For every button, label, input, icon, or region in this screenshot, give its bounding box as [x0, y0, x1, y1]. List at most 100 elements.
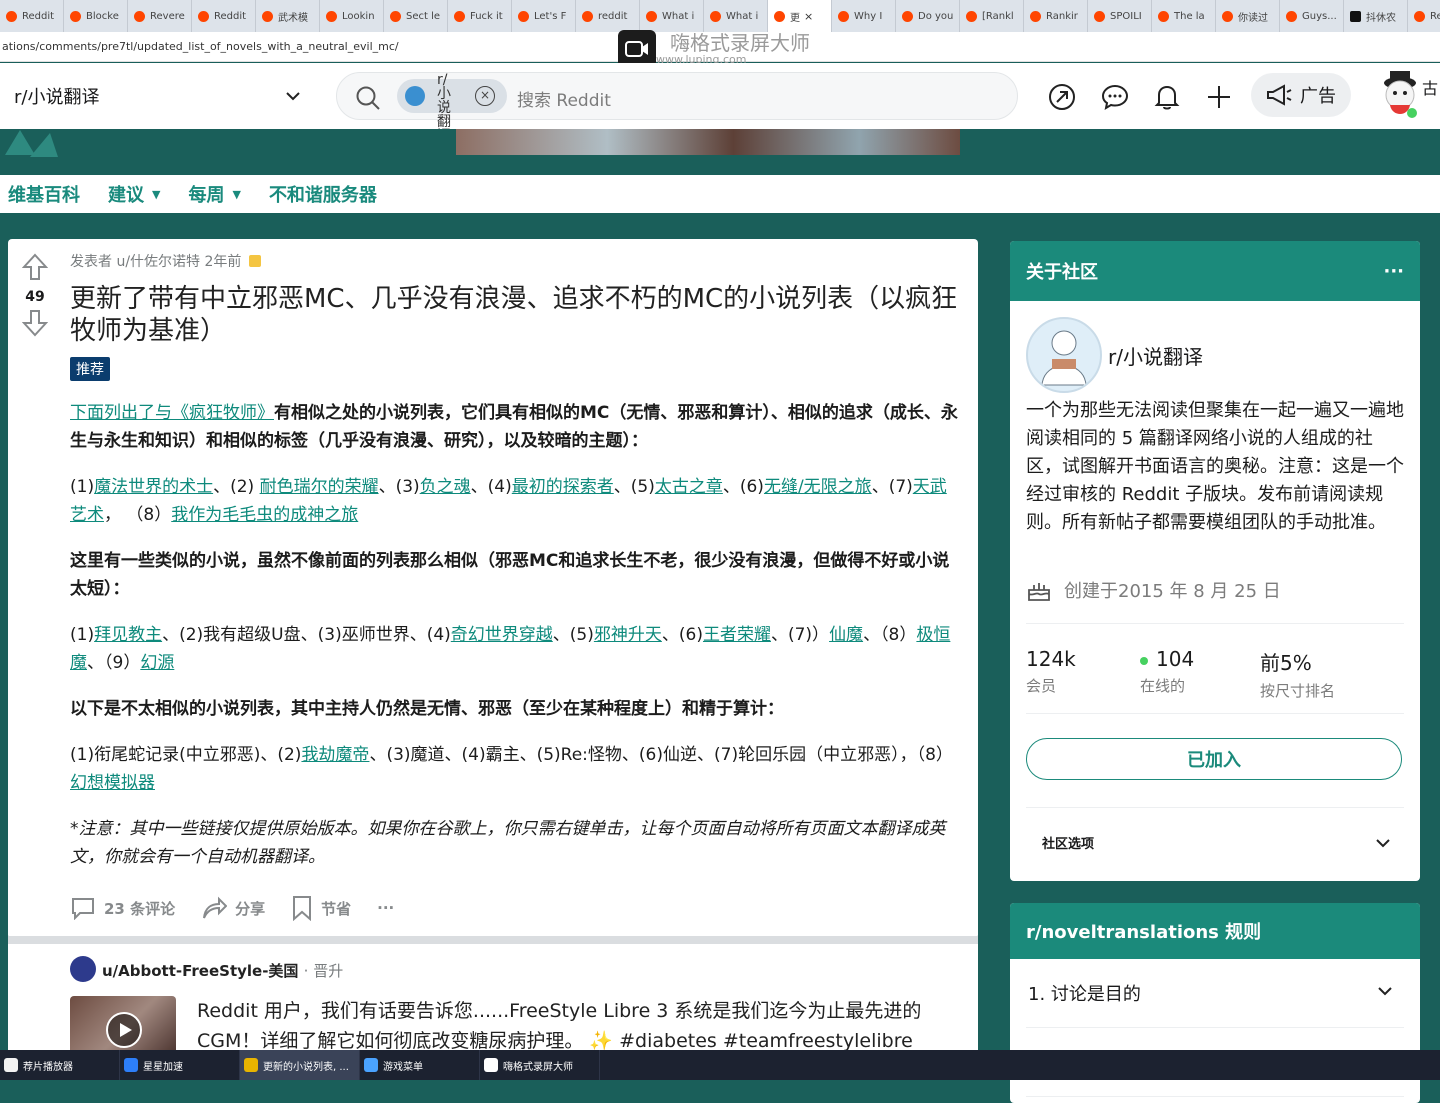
post-author-line[interactable]: 发表者 u/什佐尔诺特 2年前 [70, 251, 241, 271]
promoted-text[interactable]: Reddit 用户，我们有话要告诉您......FreeStyle Libre … [197, 996, 957, 1050]
browser-tab[interactable]: Reddit [0, 0, 64, 32]
search-bar[interactable]: r/小说翻译 × 搜索 Reddit [336, 72, 1018, 143]
novel-link[interactable]: 王者荣耀 [703, 625, 771, 645]
browser-tab[interactable]: Reddit [192, 0, 256, 32]
novel-link[interactable]: 拜见教主 [94, 625, 162, 645]
user-avatar[interactable] [1378, 69, 1428, 121]
reddit-icon [646, 10, 657, 22]
reddit-icon [1222, 10, 1233, 22]
browser-tab[interactable]: Let's F [512, 0, 576, 32]
promoted-post[interactable]: u/Abbott-FreeStyle-美国 · 晋升 Reddit 用户，我们有… [8, 944, 978, 1050]
novel-link[interactable]: 我作为毛毛虫的成神之旅 [171, 505, 358, 525]
post-title[interactable]: 更新了带有中立邪恶MC、几乎没有浪漫、追求不朽的MC的小说列表（以疯狂牧师为基准… [70, 283, 970, 347]
plus-icon[interactable] [1205, 83, 1233, 111]
browser-tab[interactable]: 更 × [768, 0, 832, 32]
browser-tab[interactable]: 抖休农 [1344, 0, 1408, 32]
browser-tab[interactable]: What i [704, 0, 768, 32]
novel-link[interactable]: 负之魂 [420, 477, 471, 497]
browser-tab[interactable]: Sect le [384, 0, 448, 32]
community-nav-item[interactable]: 维基百科 [8, 181, 80, 207]
more-options-button[interactable]: ··· [377, 899, 394, 917]
taskbar-item[interactable]: 荐片播放器 [0, 1050, 120, 1080]
advertise-button[interactable]: 广告 [1251, 73, 1351, 117]
caret-down-icon: ▼ [232, 187, 241, 201]
taskbar-item[interactable]: 星星加速 [120, 1050, 240, 1080]
novel-link[interactable]: 幻源 [140, 653, 174, 673]
novel-link[interactable]: 幻想模拟器 [70, 773, 155, 793]
community-icon [1026, 317, 1102, 393]
post-flair[interactable]: 推荐 [70, 357, 110, 381]
search-community-chip[interactable]: r/小说翻译 × [397, 73, 507, 143]
rule-item[interactable]: 1. 讨论是目的 [1026, 959, 1404, 1028]
browser-tab[interactable]: The la [1152, 0, 1216, 32]
taskbar-item[interactable]: 嗨格式录屏大师 [480, 1050, 600, 1080]
browser-tab[interactable]: 武术模 [256, 0, 320, 32]
popular-icon[interactable] [1048, 83, 1076, 111]
browser-tab[interactable]: Guys... [1280, 0, 1344, 32]
list-item-prefix: （9） [104, 653, 141, 673]
browser-tab-label: Do you [918, 10, 954, 22]
novel-link[interactable]: 魔法世界的术士 [94, 477, 213, 497]
reddit-icon [326, 10, 337, 22]
community-selector[interactable]: r/小说翻译 [0, 63, 316, 129]
browser-tab[interactable]: 你读过 [1216, 0, 1280, 32]
about-heading: 关于社区 [1026, 262, 1098, 283]
joined-button[interactable]: 已加入 [1026, 738, 1402, 780]
share-button[interactable]: 分享 [201, 896, 265, 920]
online-dot-icon [1140, 656, 1148, 665]
community-nav-item[interactable]: 不和谐服务器 [269, 181, 377, 207]
share-label: 分享 [235, 899, 266, 918]
os-taskbar: 荐片播放器 星星加速 更新的小说列表, ... 游戏菜单 嗨格式录屏大师 [0, 1050, 1440, 1080]
community-nav-item[interactable]: 每周 ▼ [188, 181, 240, 207]
community-name[interactable]: r/小说翻译 [1108, 341, 1203, 370]
novel-link[interactable]: 太古之章 [655, 477, 723, 497]
page-scrollbar[interactable] [1428, 239, 1440, 1049]
browser-tab[interactable]: Why I [832, 0, 896, 32]
novel-link[interactable]: 耐色瑞尔的荣耀 [260, 477, 379, 497]
novel-link[interactable]: 邪神升天 [594, 625, 662, 645]
browser-tab[interactable]: Blocke [64, 0, 128, 32]
chat-icon[interactable] [1101, 83, 1129, 111]
video-thumbnail[interactable] [70, 996, 176, 1050]
taskbar-item[interactable]: 更新的小说列表, ... [240, 1050, 360, 1080]
created-date: 创建于2015 年 8 月 25 日 [1026, 577, 1281, 603]
advertiser-name[interactable]: u/Abbott-FreeStyle-美国 · 晋升 [102, 960, 343, 981]
close-icon[interactable]: × [804, 10, 813, 23]
header-cut-text: 古 [1422, 79, 1439, 98]
watermark-title: 嗨格式录屏大师 [670, 30, 810, 55]
browser-tab[interactable]: Do you [896, 0, 960, 32]
intro-link[interactable]: 下面列出了与《疯狂牧师》 [70, 403, 274, 423]
intro-paragraph: 下面列出了与《疯狂牧师》有相似之处的小说列表，它们具有相似的MC（无情、邪恶和算… [70, 399, 960, 455]
banner-artwork [456, 129, 960, 155]
downvote-icon[interactable] [21, 309, 49, 337]
browser-tab[interactable]: Fuck it [448, 0, 512, 32]
close-icon[interactable]: × [475, 86, 495, 106]
community-nav-item[interactable]: 建议 ▼ [108, 181, 160, 207]
browser-tab[interactable]: Rankir [1024, 0, 1088, 32]
browser-tab[interactable]: Revere [128, 0, 192, 32]
comments-button[interactable]: 23 条评论 [70, 896, 175, 920]
browser-tab[interactable]: What i [640, 0, 704, 32]
play-icon[interactable] [106, 1012, 142, 1048]
browser-tab[interactable]: SPOILI [1088, 0, 1152, 32]
browser-tab[interactable]: Revere [1408, 0, 1440, 32]
community-options-toggle[interactable]: 社区选项 [1042, 833, 1392, 852]
browser-tab-label: Let's F [534, 10, 567, 22]
novel-link[interactable]: 奇幻世界穿越 [451, 625, 553, 645]
browser-tab[interactable]: Lookin [320, 0, 384, 32]
browser-tab[interactable]: [Rankl [960, 0, 1024, 32]
cake-icon [1028, 583, 1050, 601]
about-more-button[interactable]: ··· [1383, 261, 1404, 282]
bell-icon[interactable] [1153, 83, 1181, 111]
novel-link[interactable]: 我劫魔帝 [301, 745, 369, 765]
created-label: 创建于2015 年 8 月 25 日 [1064, 581, 1281, 602]
search-input[interactable]: 搜索 Reddit [517, 86, 611, 111]
list-item-prefix: (6) [739, 477, 764, 497]
browser-tab[interactable]: reddit [576, 0, 640, 32]
save-button[interactable]: 节省 [291, 895, 351, 921]
taskbar-item[interactable]: 游戏菜单 [360, 1050, 480, 1080]
novel-link[interactable]: 最初的探索者 [512, 477, 614, 497]
novel-link[interactable]: 无缝/无限之旅 [764, 477, 872, 497]
upvote-icon[interactable] [21, 253, 49, 281]
novel-link[interactable]: 仙魔 [829, 625, 863, 645]
